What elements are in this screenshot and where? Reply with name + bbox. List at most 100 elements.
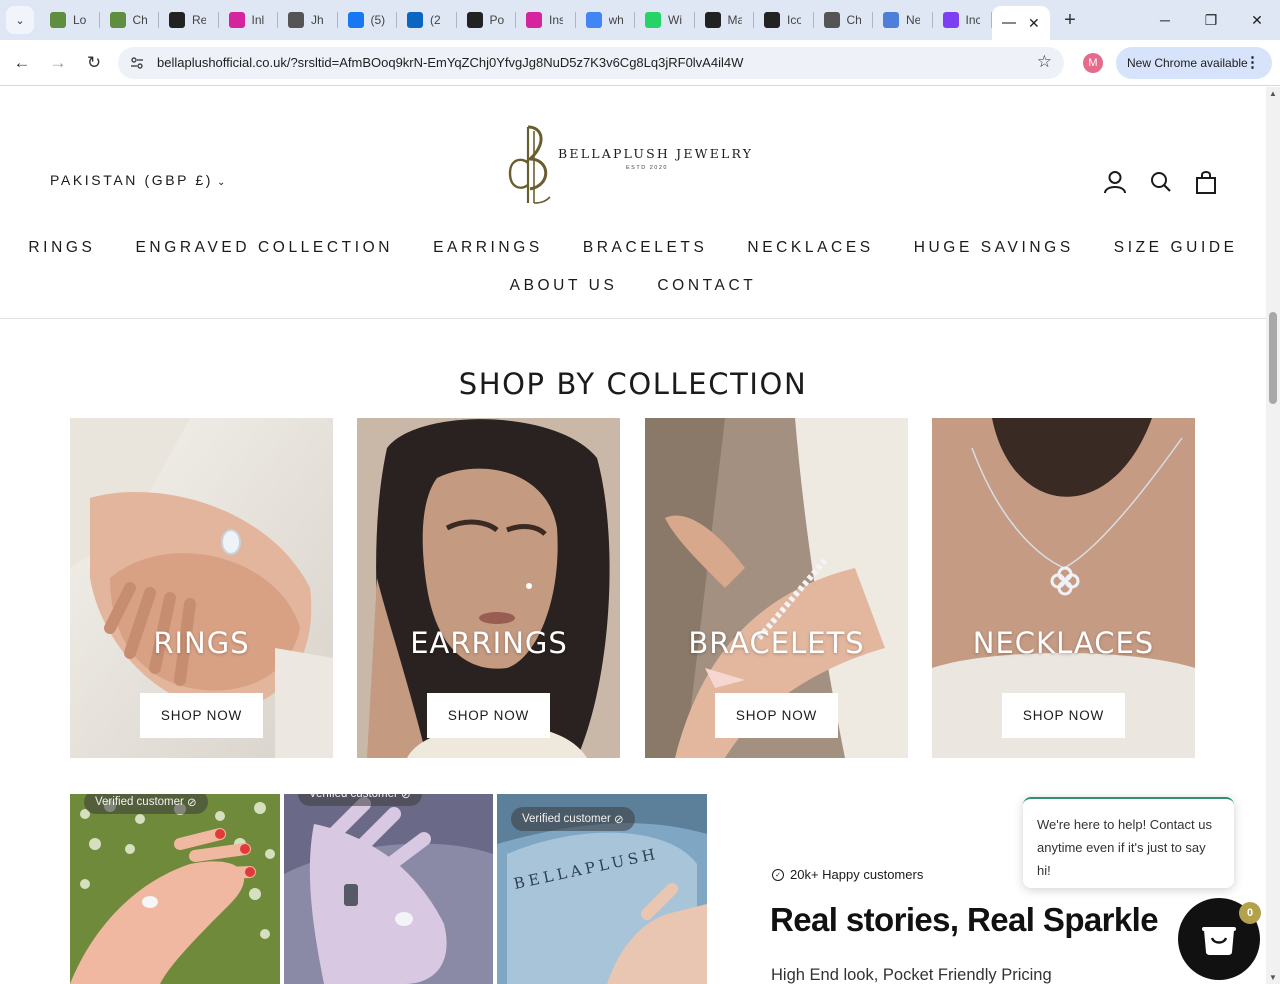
nav-item-bracelets[interactable]: BRACELETS: [563, 237, 728, 259]
shop-now-button[interactable]: SHOP NOW: [715, 693, 838, 738]
browser-tab[interactable]: Ma: [695, 0, 755, 40]
scroll-down-arrow-icon[interactable]: ▼: [1269, 973, 1277, 982]
browser-tab[interactable]: Inl: [219, 0, 279, 40]
verified-customer-label: Verified customer: [309, 794, 398, 800]
chrome-icon: [883, 12, 899, 28]
reviews-tagline: High End look, Pocket Friendly Pricing: [771, 966, 1052, 984]
menu-dots-icon[interactable]: ⋮: [1245, 53, 1260, 71]
browser-tab[interactable]: (5): [338, 0, 398, 40]
collection-card-rings[interactable]: RINGS SHOP NOW: [70, 418, 333, 758]
close-window-icon[interactable]: ✕: [1234, 0, 1280, 40]
back-arrow-icon[interactable]: ←: [8, 49, 36, 77]
bookmark-star-icon[interactable]: ☆: [1037, 52, 1052, 72]
slashed-circle-icon: [704, 12, 721, 28]
collection-card-label: RINGS: [153, 626, 250, 660]
collection-card-necklaces[interactable]: NECKLACES SHOP NOW: [932, 418, 1195, 758]
account-icon[interactable]: [1102, 169, 1128, 195]
address-bar[interactable]: bellaplushofficial.co.uk/?srsltid=AfmBOo…: [118, 47, 1064, 79]
scrollbar-thumb[interactable]: [1269, 312, 1277, 404]
url-text[interactable]: bellaplushofficial.co.uk/?srsltid=AfmBOo…: [157, 55, 743, 70]
bold-b-icon: [942, 12, 959, 28]
main-navigation: RINGS ENGRAVED COLLECTION EARRINGS BRACELET…: [0, 237, 1266, 297]
nav-item-huge-savings[interactable]: HUGE SAVINGS: [894, 237, 1094, 259]
browser-tab[interactable]: Jh: [278, 0, 338, 40]
browser-tab[interactable]: (2: [397, 0, 457, 40]
scroll-up-arrow-icon[interactable]: ▲: [1269, 89, 1277, 98]
new-tab-plus-icon[interactable]: +: [1054, 0, 1086, 40]
shop-now-button[interactable]: SHOP NOW: [1002, 693, 1125, 738]
collection-card-earrings[interactable]: EARRINGS SHOP NOW: [357, 418, 621, 758]
browser-tab[interactable]: Ne: [873, 0, 933, 40]
verified-customer-badge: Verified customer ⊘: [511, 807, 635, 831]
tab-title: Wi: [668, 13, 682, 27]
active-browser-tab[interactable]: ✕: [992, 6, 1050, 40]
nav-item-earrings[interactable]: EARRINGS: [413, 237, 563, 259]
chat-greeting-bubble[interactable]: We're here to help! Contact us anytime e…: [1023, 797, 1234, 888]
shop-now-button[interactable]: SHOP NOW: [140, 693, 263, 738]
profile-avatar[interactable]: M: [1083, 53, 1103, 73]
tab-list: Lo Ch Re Inl Jh (5) (2 Po Ins wh Wi Ma Ico Ch Ne Inc ✕ +: [40, 0, 1086, 40]
browser-tab[interactable]: Inc: [933, 0, 993, 40]
tab-title: Po: [489, 13, 504, 27]
review-photo-image: [284, 794, 493, 984]
tab-title: wh: [608, 13, 623, 27]
tab-title: Inc: [965, 13, 980, 27]
tab-title: Re: [192, 13, 206, 27]
browser-tab[interactable]: Ins: [516, 0, 576, 40]
country-selector[interactable]: PAKISTAN (GBP £) ⌄: [50, 172, 225, 188]
facebook-icon: [347, 12, 364, 28]
openai-icon: [764, 12, 780, 28]
happy-customers: ✓ 20k+ Happy customers: [772, 867, 923, 882]
section-title: SHOP BY COLLECTION: [458, 367, 808, 401]
nav-item-contact[interactable]: CONTACT: [637, 275, 776, 297]
collection-card-bracelets[interactable]: BRACELETS SHOP NOW: [645, 418, 908, 758]
tab-title: Ch: [846, 13, 861, 27]
reload-icon[interactable]: ↻: [80, 49, 108, 77]
page-scrollbar[interactable]: ▲ ▼: [1266, 87, 1280, 984]
browser-toolbar: ← → ↻ bellaplushofficial.co.uk/?srsltid=…: [0, 40, 1280, 86]
nav-item-rings[interactable]: RINGS: [8, 237, 115, 259]
tab-title: (2: [430, 13, 441, 27]
nav-item-engraved-collection[interactable]: ENGRAVED COLLECTION: [115, 237, 413, 259]
verified-customer-badge: Verified customer ⊘: [298, 794, 422, 806]
main-nav-row-2: ABOUT US CONTACT: [0, 275, 1266, 297]
tab-search-chevron-icon[interactable]: ⌄: [6, 6, 34, 34]
slashed-circle-icon: [169, 12, 185, 28]
browser-tab[interactable]: Ch: [814, 0, 874, 40]
tab-title: (5): [370, 13, 385, 27]
collection-card-label: BRACELETS: [688, 626, 865, 660]
browser-tab[interactable]: Ch: [100, 0, 160, 40]
shopify-icon: [50, 12, 66, 28]
nav-item-necklaces[interactable]: NECKLACES: [727, 237, 893, 259]
close-tab-icon[interactable]: ✕: [1028, 15, 1040, 32]
new-chrome-button[interactable]: New Chrome available ⋮: [1116, 47, 1272, 79]
browser-tab[interactable]: Lo: [40, 0, 100, 40]
browser-tab[interactable]: wh: [576, 0, 636, 40]
ns-icon: [288, 12, 304, 28]
forward-arrow-icon[interactable]: →: [44, 49, 72, 77]
nav-item-size-guide[interactable]: SIZE GUIDE: [1094, 237, 1258, 259]
tab-strip: ⌄ Lo Ch Re Inl Jh (5) (2 Po Ins wh Wi Ma Ico Ch Ne Inc ✕…: [0, 0, 1280, 40]
nav-item-about-us[interactable]: ABOUT US: [490, 275, 638, 297]
tab-title: Ch: [132, 13, 147, 27]
restore-icon[interactable]: ❐: [1188, 0, 1234, 40]
review-photo[interactable]: Verified customer ⊘: [284, 794, 493, 984]
minimize-icon[interactable]: ─: [1142, 0, 1188, 40]
country-label: PAKISTAN (GBP £): [50, 172, 213, 188]
loading-dash-icon: [1002, 22, 1016, 24]
shopping-bag-icon[interactable]: [1193, 169, 1219, 195]
verified-customer-label: Verified customer: [95, 796, 184, 808]
browser-tab[interactable]: Po: [457, 0, 517, 40]
cart-count-badge: 0: [1239, 902, 1261, 924]
browser-tab[interactable]: Ico: [754, 0, 814, 40]
instagram-icon: [526, 12, 542, 28]
shop-now-button[interactable]: SHOP NOW: [427, 693, 550, 738]
browser-tab[interactable]: Re: [159, 0, 219, 40]
search-icon[interactable]: [1148, 169, 1174, 195]
browser-tab[interactable]: Wi: [635, 0, 695, 40]
review-photo[interactable]: BELLAPLUSH Verified customer ⊘: [497, 794, 707, 984]
review-photo[interactable]: Verified customer ⊘: [70, 794, 280, 984]
header-divider: [0, 318, 1266, 319]
site-settings-icon[interactable]: [128, 54, 146, 72]
site-logo[interactable]: BELLAPLUSH JEWELRY ESTD 2020: [506, 123, 756, 207]
